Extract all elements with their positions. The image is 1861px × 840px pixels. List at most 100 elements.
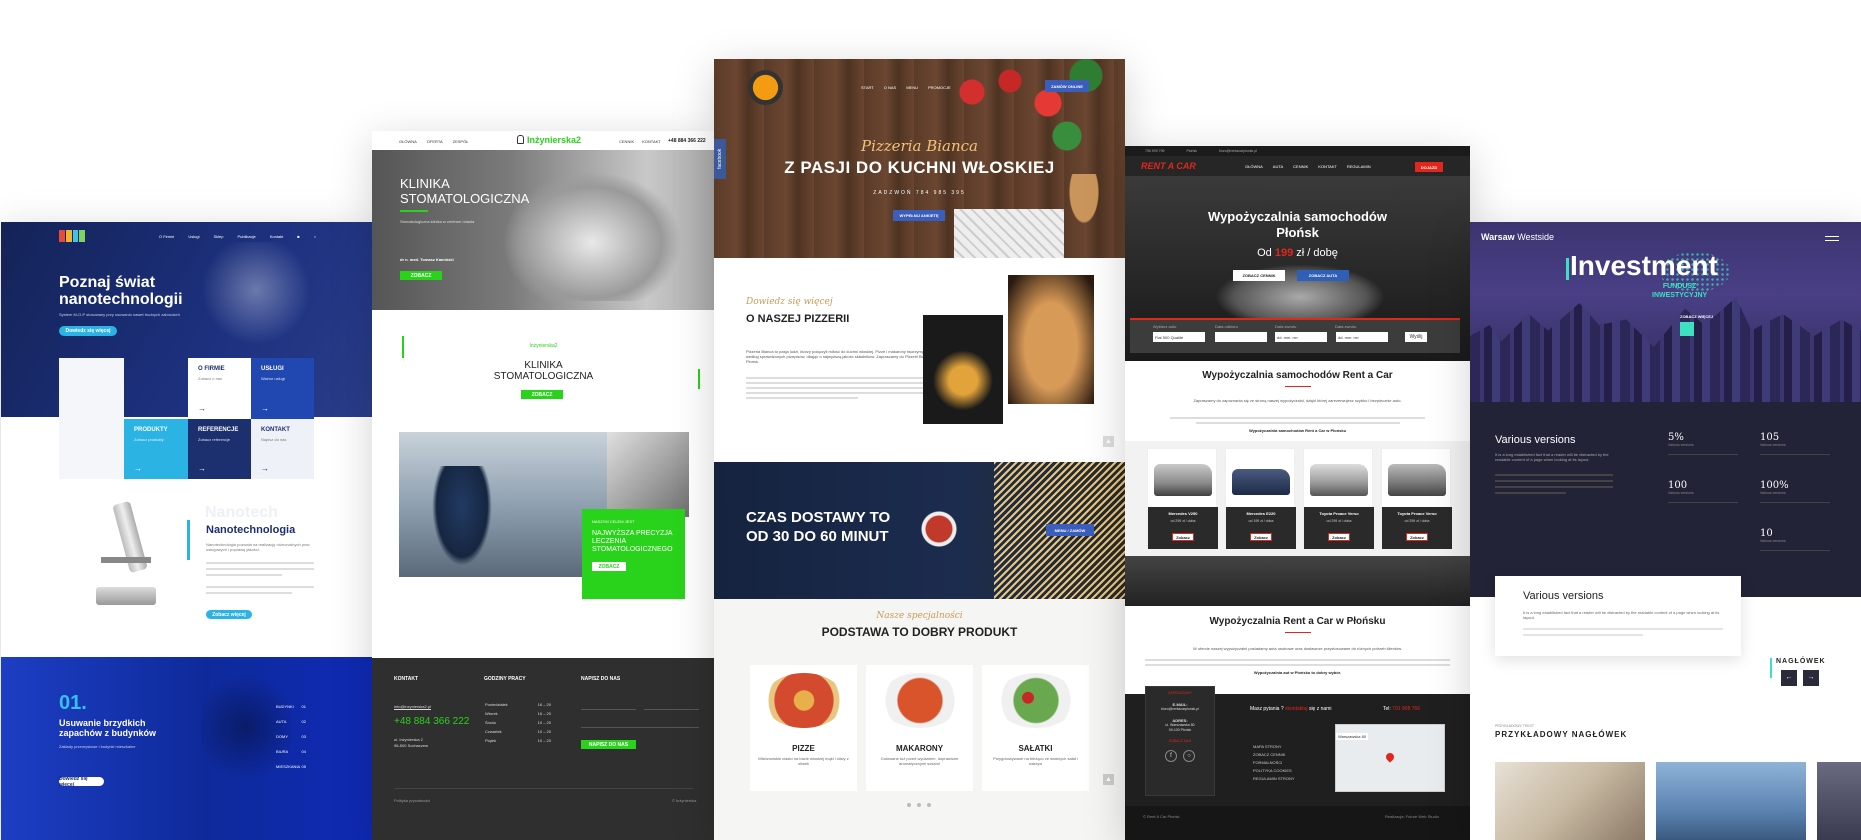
return-date-field[interactable]: dd. mm. rrrr	[1275, 332, 1327, 342]
nav-item[interactable]: Usługi	[188, 234, 199, 239]
car-button[interactable]: Zobacz	[1172, 533, 1194, 541]
nano-logo[interactable]	[59, 230, 85, 242]
rent-nav: GŁÓWNA AUTA CENNIK KONTAKT REGULAMIN	[1245, 164, 1371, 169]
nav-item[interactable]: START	[861, 85, 874, 90]
footer-link[interactable]: FORMALNOŚCI	[1253, 759, 1295, 767]
scroll-arrow[interactable]: ▲	[1103, 436, 1114, 447]
cart-icon[interactable]: ■	[297, 234, 299, 239]
nav-item[interactable]: Sklep	[213, 234, 223, 239]
footer-email[interactable]: info@inzynierska2.pl	[394, 704, 431, 709]
hero-button[interactable]: ZOBACZ	[400, 271, 442, 280]
tile-referencje[interactable]: REFERENCJE Zobacz referencje →	[188, 419, 251, 479]
header-phone[interactable]: +48 884 366 222	[668, 138, 706, 144]
footer-name-field[interactable]	[581, 704, 636, 710]
product-card[interactable]: PIZZE Mistrzowskie ciasto na bazie włosk…	[750, 665, 857, 791]
scroll-arrow[interactable]: ▲	[1103, 774, 1114, 785]
hero-button[interactable]: Dowiedz się więcej	[59, 326, 117, 336]
list-item[interactable]: BIURA 04	[276, 749, 306, 754]
footer-link[interactable]: POLITYKA COOKIES	[1253, 767, 1295, 775]
footer-submit-button[interactable]: NAPISZ DO NAS	[581, 740, 636, 749]
order-online-button[interactable]: ZAMÓW ONLINE	[1045, 80, 1089, 92]
invest-logo[interactable]: Warsaw Westside	[1481, 232, 1554, 242]
hero-button-cennik[interactable]: ZOBACZ CENNIK	[1233, 270, 1285, 281]
car-button[interactable]: Zobacz	[1250, 533, 1272, 541]
hero-button[interactable]: WYPEŁNIJ ANKIETĘ	[893, 210, 945, 221]
nav-item[interactable]: CENNIK	[619, 139, 634, 144]
dental-logo[interactable]: Inżynierska2	[527, 135, 581, 145]
car-card[interactable]: Toyota Proace Verso od 299 zł / doba Zob…	[1303, 448, 1374, 549]
footer-privacy[interactable]: Polityka prywatności	[394, 798, 430, 803]
search-icon[interactable]: ○	[314, 234, 316, 239]
product-card[interactable]: SAŁATKI Przygotowywane na bieżąco ze świ…	[982, 665, 1089, 791]
nav-item[interactable]: PROMOCJE	[928, 85, 951, 90]
nav-item[interactable]: OFERTA	[427, 139, 443, 144]
delivery-button[interactable]: MENU / ZAMÓW	[1046, 524, 1094, 536]
footer-link[interactable]: ZOBACZ CENNIK	[1253, 751, 1295, 759]
carousel-dot[interactable]	[917, 803, 921, 807]
next-button[interactable]: →	[1803, 670, 1819, 686]
nav-item[interactable]: AUTA	[1273, 164, 1283, 169]
form-send-button[interactable]: Wyślij	[1405, 332, 1427, 342]
dental-nav-left: GŁÓWNA OFERTA ZESPÓŁ	[399, 139, 468, 144]
product-card[interactable]: MAKARONY Gotowane tuż przed wydaniem, do…	[866, 665, 973, 791]
number-button[interactable]: Dowiedz się więcej	[59, 776, 104, 788]
carousel-dot[interactable]	[907, 803, 911, 807]
photo-city	[1656, 762, 1806, 840]
section-text-lines	[1495, 470, 1613, 498]
section-underline	[1285, 386, 1311, 387]
car-card[interactable]: Mercedes V250 od 299 zł / doba Zobacz	[1147, 448, 1218, 549]
list-item[interactable]: MIESZKANIA 05	[276, 764, 306, 769]
green-button[interactable]: ZOBACZ	[592, 562, 626, 571]
carousel-dot[interactable]	[927, 803, 931, 807]
pickup-date-field[interactable]	[1215, 332, 1267, 342]
footer-message-field[interactable]	[581, 722, 699, 728]
pizza-logo[interactable]	[748, 70, 783, 105]
hero-button-auta[interactable]: ZOBACZ AUTA	[1297, 270, 1349, 281]
footer-email-field[interactable]	[644, 704, 699, 710]
nav-item[interactable]: GŁÓWNA	[1245, 164, 1263, 169]
section-button[interactable]: Zobacz więcej	[206, 610, 252, 619]
footer-link[interactable]: MAPA STRONY	[1253, 743, 1295, 751]
nav-item[interactable]: REGULAMIN	[1347, 164, 1371, 169]
nav-item[interactable]: GŁÓWNA	[399, 139, 417, 144]
facebook-icon[interactable]: f	[1165, 750, 1177, 762]
tile-uslugi[interactable]: USŁUGI Ważne usługi →	[251, 358, 314, 419]
tile-o-firmie[interactable]: O FIRMIE Zobacz o nas →	[188, 358, 251, 419]
tile-kontakt[interactable]: KONTAKT Napisz do nas →	[251, 419, 314, 479]
car-card[interactable]: Mercedes E220 od 199 zł / doba Zobacz	[1225, 448, 1296, 549]
nav-item[interactable]: O Firmie	[159, 234, 174, 239]
tile-produkty[interactable]: PRODUKTY Zobacz produkty →	[124, 419, 188, 479]
section-button[interactable]: ZOBACZ	[521, 390, 563, 399]
footer-map[interactable]: Warszawska 80	[1335, 724, 1445, 792]
hero-phone[interactable]: ZADZWOŃ 784 985 395	[714, 190, 1125, 196]
car-button[interactable]: Zobacz	[1328, 533, 1350, 541]
rent-logo[interactable]: RENT A CAR	[1141, 161, 1196, 171]
select-car-field[interactable]: Fiat 500 Qualité	[1153, 332, 1205, 342]
sauce-image	[919, 509, 959, 549]
nav-item[interactable]: O NAS	[884, 85, 896, 90]
car-button[interactable]: Zobacz	[1406, 533, 1428, 541]
list-item[interactable]: BUDYNKI 01	[276, 704, 306, 709]
return-date-field-2[interactable]: dd. mm. rrrr	[1336, 332, 1388, 342]
nav-item[interactable]: KONTAKT	[642, 139, 661, 144]
nav-item[interactable]: Publikacje	[237, 234, 255, 239]
dojazd-button[interactable]: DOJAZD	[1415, 162, 1443, 172]
car-card[interactable]: Toyota Proace Verso od 259 zł / doba Zob…	[1381, 448, 1452, 549]
nav-item[interactable]: MENU	[906, 85, 918, 90]
tooth-icon	[517, 135, 524, 144]
nav-item[interactable]: ZESPÓŁ	[453, 139, 469, 144]
hero-square[interactable]	[1680, 322, 1694, 336]
footer-link[interactable]: REGULAMIN STRONY	[1253, 775, 1295, 783]
footer-phone[interactable]: +48 884 366 222	[394, 716, 469, 727]
nav-item[interactable]: CENNIK	[1293, 164, 1308, 169]
footer-hours: Poniedziałek 16 – 20 Wtorek 16 – 20 Środa 1…	[485, 702, 551, 743]
nav-item[interactable]: Kontakt	[270, 234, 284, 239]
prev-button[interactable]: ←	[1781, 670, 1797, 686]
nav-item[interactable]: KONTAKT	[1318, 164, 1337, 169]
instagram-icon[interactable]: ○	[1183, 750, 1195, 762]
menu-icon[interactable]	[1825, 236, 1839, 241]
hero-button-label[interactable]: ZOBACZ WIĘCEJ	[1680, 314, 1713, 319]
footer-phone[interactable]: Tel: 791 908 766	[1383, 706, 1420, 712]
list-item[interactable]: DOMY 03	[276, 734, 306, 739]
list-item[interactable]: AUTA 02	[276, 719, 306, 724]
